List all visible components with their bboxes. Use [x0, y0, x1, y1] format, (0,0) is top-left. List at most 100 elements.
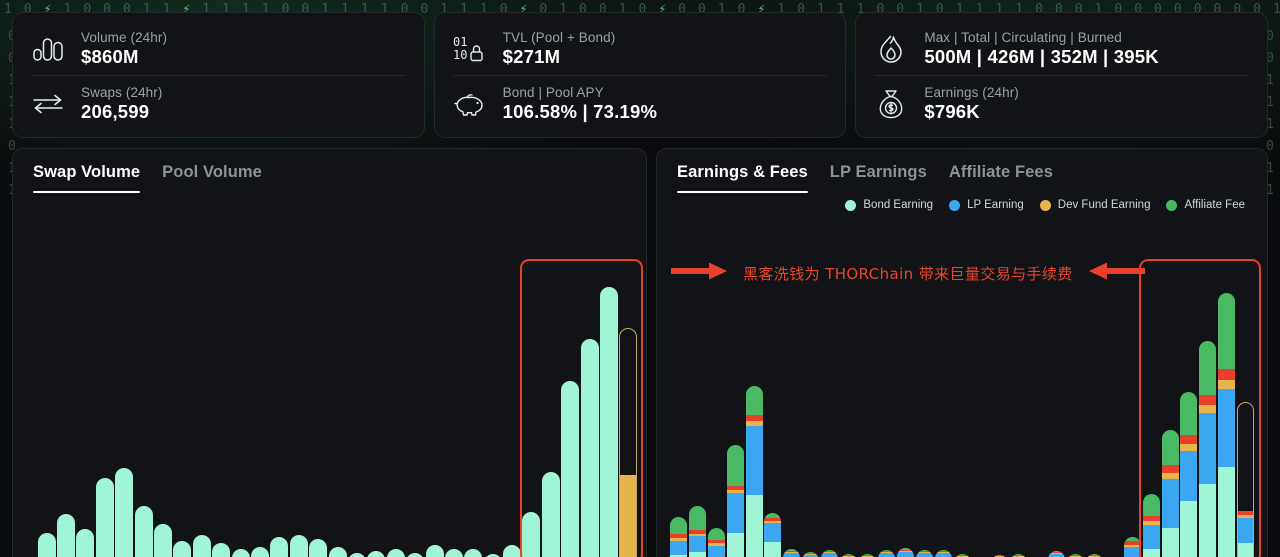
tab-affiliate-fees[interactable]: Affiliate Fees [949, 163, 1053, 193]
bar-slot[interactable] [1028, 266, 1047, 557]
bar-slot[interactable] [405, 266, 424, 557]
volume-bar[interactable] [600, 287, 618, 557]
volume-bar[interactable] [406, 553, 424, 557]
tab-pool-volume[interactable]: Pool Volume [162, 163, 262, 193]
volume-bar[interactable] [522, 512, 540, 557]
bar-slot[interactable] [231, 266, 250, 557]
volume-bar[interactable] [232, 549, 250, 557]
bar-slot[interactable] [1179, 266, 1198, 557]
bar-slot[interactable] [483, 266, 502, 557]
legend-item[interactable]: Affiliate Fee [1166, 199, 1245, 211]
volume-bar[interactable] [290, 535, 308, 557]
volume-bar[interactable] [135, 506, 153, 557]
earnings-stacked-bar[interactable] [935, 550, 952, 557]
bar-slot-projection[interactable] [619, 266, 638, 557]
volume-bar[interactable] [173, 541, 191, 557]
bar-slot[interactable] [1142, 266, 1161, 557]
bar-slot[interactable] [858, 266, 877, 557]
bar-slot[interactable] [270, 266, 289, 557]
bar-slot[interactable] [95, 266, 114, 557]
bar-slot[interactable] [1104, 266, 1123, 557]
bar-slot[interactable] [212, 266, 231, 557]
volume-bar[interactable] [561, 381, 579, 557]
earnings-stacked-bar[interactable] [1180, 392, 1197, 557]
earnings-stacked-bar[interactable] [802, 552, 819, 557]
bar-slot[interactable] [250, 266, 269, 557]
bar-slot[interactable] [561, 266, 580, 557]
earnings-stacked-bar[interactable] [764, 513, 781, 557]
bar-slot[interactable] [896, 266, 915, 557]
bar-slot[interactable] [820, 266, 839, 557]
earnings-stacked-bar[interactable] [916, 550, 933, 557]
bar-slot[interactable] [707, 266, 726, 557]
earnings-stacked-bar[interactable] [1162, 430, 1179, 557]
bar-slot-projection[interactable] [1236, 266, 1255, 557]
bar-slot[interactable] [134, 266, 153, 557]
bar-slot[interactable] [745, 266, 764, 557]
bar-slot[interactable] [192, 266, 211, 557]
bar-slot[interactable] [347, 266, 366, 557]
bar-slot[interactable] [726, 266, 745, 557]
legend-item[interactable]: LP Earning [949, 199, 1024, 211]
bar-slot[interactable] [990, 266, 1009, 557]
earnings-stacked-bar[interactable] [727, 445, 744, 557]
bar-slot[interactable] [76, 266, 95, 557]
volume-bar[interactable] [581, 339, 599, 557]
earnings-stacked-bar[interactable] [783, 549, 800, 557]
bar-slot[interactable] [173, 266, 192, 557]
earnings-stacked-bar[interactable] [1218, 293, 1235, 557]
earnings-stacked-bar[interactable] [1048, 551, 1065, 557]
bar-slot[interactable] [444, 266, 463, 557]
bar-slot[interactable] [839, 266, 858, 557]
tab-swap-volume[interactable]: Swap Volume [33, 163, 140, 193]
earnings-stacked-bar[interactable] [821, 550, 838, 557]
bar-slot[interactable] [934, 266, 953, 557]
volume-bar[interactable] [212, 543, 230, 557]
legend-item[interactable]: Dev Fund Earning [1040, 199, 1151, 211]
volume-bar[interactable] [76, 529, 94, 557]
volume-bar[interactable] [445, 549, 463, 557]
legend-item[interactable]: Bond Earning [845, 199, 933, 211]
volume-bar[interactable] [387, 549, 405, 557]
tab-earnings-fees[interactable]: Earnings & Fees [677, 163, 808, 193]
earnings-stacked-bar[interactable] [1124, 537, 1141, 557]
earnings-stacked-bar[interactable] [746, 386, 763, 557]
bar-slot[interactable] [115, 266, 134, 557]
earnings-stacked-bar[interactable] [708, 528, 725, 557]
volume-bar[interactable] [115, 468, 133, 557]
projection-bar[interactable] [619, 328, 637, 557]
volume-bar[interactable] [96, 478, 114, 557]
bar-slot[interactable] [782, 266, 801, 557]
bar-slot[interactable] [308, 266, 327, 557]
bar-slot[interactable] [464, 266, 483, 557]
earnings-stacked-bar[interactable] [878, 550, 895, 557]
bar-slot[interactable] [1066, 266, 1085, 557]
earnings-stacked-bar[interactable] [1199, 341, 1216, 557]
volume-bar[interactable] [542, 472, 560, 557]
bar-slot[interactable] [877, 266, 896, 557]
volume-bar[interactable] [309, 539, 327, 557]
bar-slot[interactable] [522, 266, 541, 557]
bar-slot[interactable] [1217, 266, 1236, 557]
bar-slot[interactable] [580, 266, 599, 557]
bar-slot[interactable] [953, 266, 972, 557]
bar-slot[interactable] [386, 266, 405, 557]
earnings-stacked-bar[interactable] [897, 548, 914, 557]
tab-lp-earnings[interactable]: LP Earnings [830, 163, 927, 193]
bar-slot[interactable] [599, 266, 618, 557]
volume-bar[interactable] [57, 514, 75, 557]
bar-slot[interactable] [915, 266, 934, 557]
bar-slot[interactable] [764, 266, 783, 557]
bar-slot[interactable] [425, 266, 444, 557]
volume-bar[interactable] [154, 524, 172, 557]
volume-bar[interactable] [251, 547, 269, 557]
bar-slot[interactable] [801, 266, 820, 557]
bar-slot[interactable] [37, 266, 56, 557]
bar-slot[interactable] [153, 266, 172, 557]
bar-slot[interactable] [541, 266, 560, 557]
earnings-stacked-bar[interactable] [1143, 494, 1160, 557]
earnings-stacked-bar[interactable] [670, 517, 687, 557]
volume-bar[interactable] [464, 549, 482, 557]
volume-bar[interactable] [193, 535, 211, 557]
bar-slot[interactable] [502, 266, 521, 557]
